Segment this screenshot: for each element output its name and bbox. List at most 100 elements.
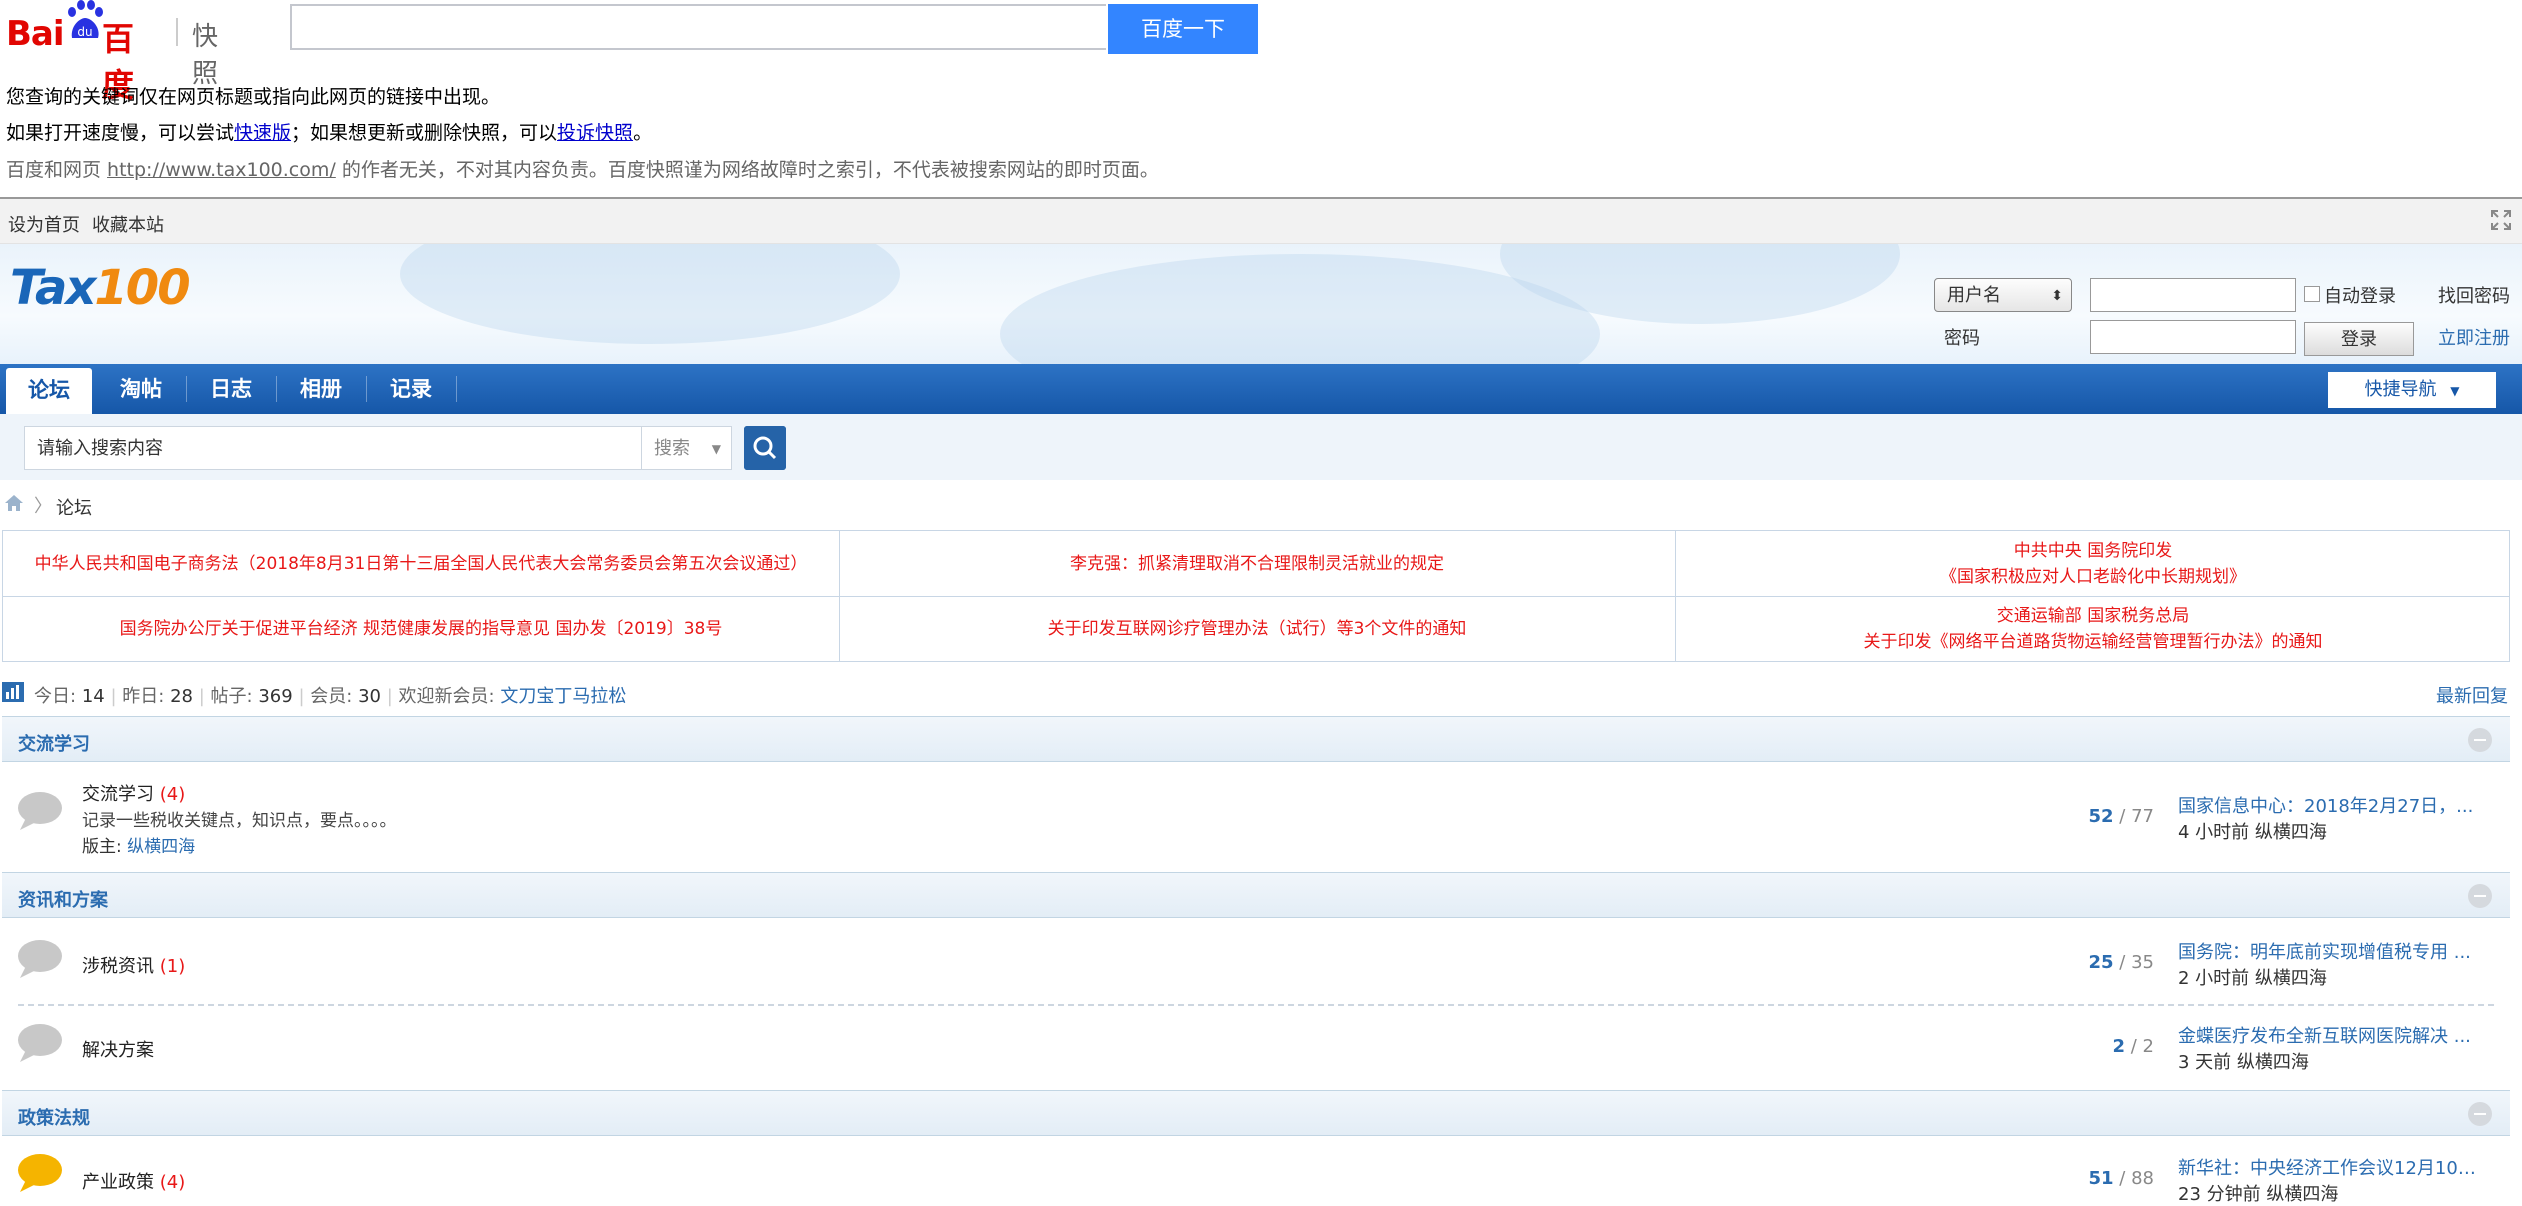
- post-count: 35: [2131, 952, 2154, 973]
- expand-icon[interactable]: [2490, 209, 2512, 231]
- post-count: 2: [2142, 1036, 2154, 1057]
- nav-album-tab[interactable]: 相册: [276, 364, 366, 414]
- forum-stats-count: 25 / 35: [1954, 952, 2154, 973]
- source-url-link[interactable]: http://www.tax100.com/: [107, 159, 336, 181]
- select-arrow-icon: ⬍: [2051, 288, 2063, 304]
- forum-name-link[interactable]: 解决方案: [82, 1036, 154, 1062]
- new-member-link[interactable]: 文刀宝丁马拉松: [500, 686, 626, 707]
- category-title[interactable]: 资讯和方案: [18, 886, 108, 912]
- collapse-icon[interactable]: [2468, 1102, 2492, 1126]
- search-button[interactable]: [744, 426, 786, 470]
- login-type-value: 用户名: [1947, 285, 2001, 306]
- password-input[interactable]: [2090, 320, 2296, 354]
- speech-bubble-icon: [18, 940, 62, 978]
- announcement-text: 中华人民共和国电子商务法（2018年8月31日第十三届全国人民代表大会常务委员会…: [34, 553, 808, 574]
- last-post-link[interactable]: 新华社：中央经济工作会议12月10 ...: [2178, 1154, 2478, 1180]
- latest-reply-link[interactable]: 最新回复: [2436, 682, 2508, 708]
- forum-moderator: 版主: 纵横四海: [82, 832, 195, 857]
- stat-label: 会员:: [310, 686, 353, 707]
- category-title[interactable]: 政策法规: [18, 1104, 90, 1130]
- announcement-text: 《国家积极应对人口老龄化中长期规划》: [1940, 566, 2246, 587]
- category-header: 交流学习: [2, 716, 2510, 762]
- bookmark-site-link[interactable]: 收藏本站: [92, 211, 164, 237]
- tax100-logo[interactable]: Tax100: [10, 260, 191, 316]
- separator: |: [386, 686, 393, 707]
- caret-down-icon: ▼: [2450, 384, 2460, 398]
- stat-label: 帖子:: [210, 686, 253, 707]
- site-header: Tax100 用户名 ⬍ 自动登录 找回密码 密码 登录 立即注册: [0, 244, 2522, 364]
- speech-bubble-icon: [18, 1024, 62, 1062]
- auto-login-checkbox[interactable]: [2304, 286, 2320, 302]
- category-title[interactable]: 交流学习: [18, 730, 90, 756]
- forum-search-bar: 请输入搜索内容 搜索 ▼: [0, 414, 2522, 480]
- register-link[interactable]: 立即注册: [2438, 324, 2510, 350]
- last-post-link[interactable]: 国务院：明年底前实现增值税专用 ...: [2178, 938, 2471, 964]
- quick-nav-label: 快捷导航: [2364, 379, 2437, 400]
- baidu-paw-icon: du: [68, 0, 103, 39]
- nav-forum-tab[interactable]: 论坛: [6, 368, 92, 414]
- background-cloud: [400, 244, 900, 344]
- notice-text: 百度和网页: [6, 159, 108, 181]
- logo-divider: [176, 18, 178, 46]
- search-type-select[interactable]: 搜索 ▼: [642, 426, 732, 470]
- nav-blog-tab[interactable]: 日志: [186, 364, 276, 414]
- nav-separator: [456, 376, 457, 402]
- separator: /: [2113, 806, 2132, 827]
- announcement-text: 李克强：抓紧清理取消不合理限制灵活就业的规定: [1070, 553, 1444, 574]
- speech-bubble-new-icon: [18, 1154, 62, 1192]
- announcement-link[interactable]: 中华人民共和国电子商务法（2018年8月31日第十三届全国人民代表大会常务委员会…: [3, 531, 839, 596]
- announcement-text: 中共中央 国务院印发: [2013, 540, 2173, 561]
- announcement-link[interactable]: 中共中央 国务院印发 《国家积极应对人口老龄化中长期规划》: [1675, 531, 2511, 596]
- last-post-meta: 3 天前 纵横四海: [2178, 1052, 2309, 1073]
- announcement-text: 关于印发《网络平台道路货物运输经营管理暂行办法》的通知: [1863, 631, 2323, 652]
- speech-bubble-icon: [18, 792, 62, 830]
- announcement-link[interactable]: 交通运输部 国家税务总局 关于印发《网络平台道路货物运输经营管理暂行办法》的通知: [1675, 596, 2511, 661]
- forum-new-count: (1): [159, 956, 186, 977]
- last-post-link[interactable]: 金蝶医疗发布全新互联网医院解决 ...: [2178, 1022, 2471, 1048]
- baidu-search-input[interactable]: [290, 4, 1106, 50]
- forum-description: 记录一些税收关键点，知识点，要点。。。。: [82, 811, 397, 831]
- login-button[interactable]: 登录: [2304, 322, 2414, 356]
- snapshot-notice-keywords: 您查询的关键词仅在网页标题或指向此网页的链接中出现。: [6, 86, 501, 108]
- announcement-link[interactable]: 国务院办公厅关于促进平台经济 规范健康发展的指导意见 国办发〔2019〕38号: [3, 596, 839, 661]
- forum-name: 解决方案: [82, 1040, 154, 1061]
- baidu-search-button[interactable]: 百度一下: [1108, 4, 1258, 54]
- forum-name-link[interactable]: 涉税资讯 (1): [82, 952, 185, 978]
- quick-nav-button[interactable]: 快捷导航 ▼: [2328, 372, 2496, 408]
- username-input[interactable]: [2090, 278, 2296, 312]
- forum-stats-count: 52 / 77: [1954, 806, 2154, 827]
- forum-search-input[interactable]: 请输入搜索内容: [24, 426, 642, 470]
- moderator-link[interactable]: 纵横四海: [127, 837, 195, 857]
- forgot-password-link[interactable]: 找回密码: [2438, 282, 2510, 308]
- separator: /: [2113, 952, 2132, 973]
- separator: |: [110, 686, 117, 707]
- collapse-icon[interactable]: [2468, 728, 2492, 752]
- last-post-link[interactable]: 国家信息中心：2018年2月27日，...: [2178, 792, 2473, 818]
- complain-snapshot-link[interactable]: 投诉快照: [557, 122, 633, 144]
- main-nav: 论坛 淘帖 日志 相册 记录 快捷导航 ▼: [0, 364, 2522, 414]
- fast-version-link[interactable]: 快速版: [234, 122, 291, 144]
- forum-stats-count: 2 / 2: [1954, 1036, 2155, 1057]
- notice-text: 如果打开速度慢，可以尝试: [6, 122, 235, 144]
- announcement-text: 国务院办公厅关于促进平台经济 规范健康发展的指导意见 国办发〔2019〕38号: [119, 618, 723, 639]
- announcement-link[interactable]: 关于印发互联网诊疗管理办法（试行）等3个文件的通知: [839, 596, 1675, 661]
- nav-taotie-tab[interactable]: 淘帖: [96, 364, 186, 414]
- forum-name-link[interactable]: 产业政策 (4): [82, 1168, 185, 1194]
- set-homepage-link[interactable]: 设为首页: [8, 211, 80, 237]
- breadcrumb-current: 论坛: [56, 498, 92, 519]
- forum-row: 解决方案 2 / 2 金蝶医疗发布全新互联网医院解决 ... 3 天前 纵横四海: [2, 1006, 2510, 1090]
- logo-text: 100: [94, 260, 190, 316]
- collapse-icon[interactable]: [2468, 884, 2492, 908]
- forum-name: 产业政策: [82, 1172, 154, 1193]
- nav-record-tab[interactable]: 记录: [366, 364, 456, 414]
- login-type-select[interactable]: 用户名 ⬍: [1934, 278, 2072, 312]
- separator: /: [2125, 1036, 2143, 1057]
- logo-text: Tax: [10, 260, 96, 316]
- home-icon[interactable]: [4, 494, 24, 512]
- announcement-grid: 中华人民共和国电子商务法（2018年8月31日第十三届全国人民代表大会常务委员会…: [2, 530, 2510, 662]
- stat-label: 欢迎新会员:: [398, 686, 495, 707]
- announcement-link[interactable]: 李克强：抓紧清理取消不合理限制灵活就业的规定: [839, 531, 1675, 596]
- topic-count: 2: [2112, 1036, 2126, 1057]
- forum-name-link[interactable]: 交流学习 (4): [82, 780, 185, 806]
- notice-text: 的作者无关，不对其内容负责。百度快照谨为网络故障时之索引，不代表被搜索网站的即时…: [335, 159, 1159, 181]
